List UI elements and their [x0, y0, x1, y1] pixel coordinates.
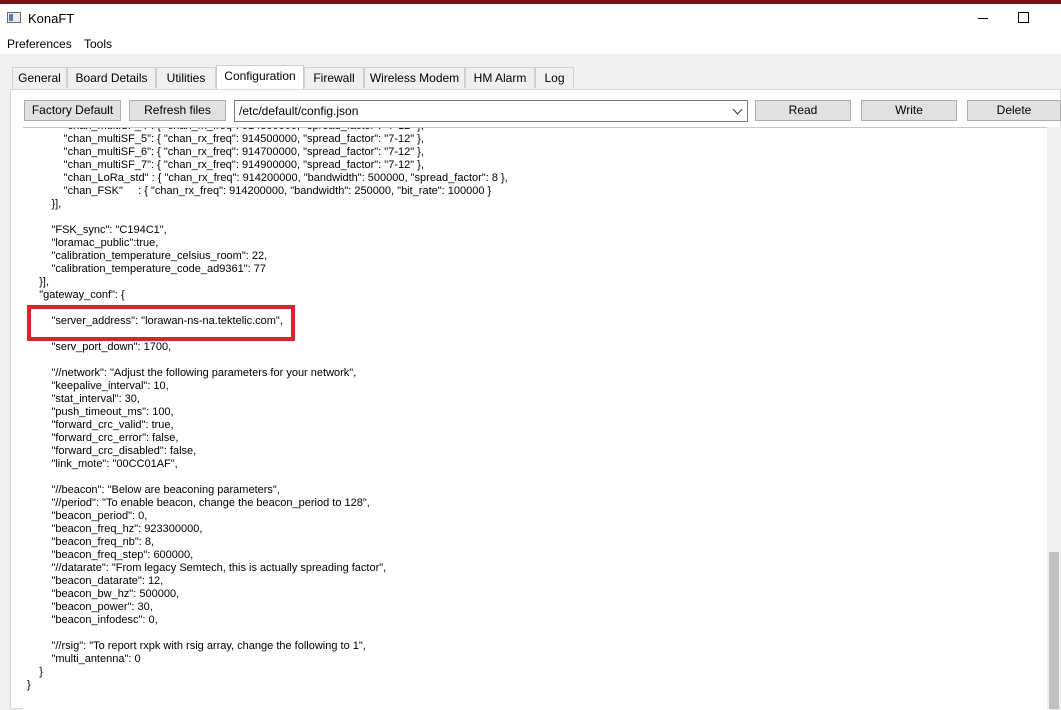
- menu-preferences[interactable]: Preferences: [7, 37, 72, 51]
- code-line: "chan_multiSF_5": { "chan_rx_freq": 9145…: [27, 133, 424, 145]
- code-line: "//rsig": "To report rxpk with rsig arra…: [27, 640, 366, 652]
- tab-wireless-modem[interactable]: Wireless Modem: [364, 67, 465, 88]
- app-icon: [7, 12, 21, 23]
- chevron-down-icon: [732, 104, 743, 115]
- code-line: "push_timeout_ms": 100,: [27, 406, 174, 418]
- code-line: }: [27, 679, 31, 691]
- code-line: "forward_crc_error": false,: [27, 432, 179, 444]
- code-line: "//beacon": "Below are beaconing paramet…: [27, 484, 280, 496]
- code-line: }],: [27, 198, 62, 210]
- code-line: "//network": "Adjust the following param…: [27, 367, 357, 379]
- code-line: "keepalive_interval": 10,: [27, 380, 169, 392]
- code-line: "beacon_bw_hz": 500000,: [27, 588, 180, 600]
- code-line: }],: [27, 276, 50, 288]
- code-line: "chan_multiSF_7": { "chan_rx_freq": 9149…: [27, 159, 424, 171]
- window-title: KonaFT: [28, 11, 75, 26]
- config-text-editor[interactable]: "chan_multiSF_4": { "chan_rx_freq": 9143…: [23, 127, 1047, 710]
- code-line: "link_mote": "00CC01AF",: [27, 458, 178, 470]
- code-line: }: [27, 666, 43, 678]
- editor-scrollbar[interactable]: [1047, 127, 1061, 709]
- code-line: "beacon_datarate": 12,: [27, 575, 164, 587]
- code-line: "beacon_freq_hz": 923300000,: [27, 523, 203, 535]
- code-line: "beacon_period": 0,: [27, 510, 148, 522]
- read-button[interactable]: Read: [755, 100, 851, 121]
- scrollbar-thumb[interactable]: [1049, 552, 1059, 709]
- delete-button[interactable]: Delete: [967, 100, 1061, 121]
- config-file-path: /etc/default/config.json: [239, 104, 359, 118]
- code-line: "//period": "To enable beacon, change th…: [27, 497, 370, 509]
- maximize-icon[interactable]: [1013, 8, 1033, 28]
- server-address-highlight-box: [27, 305, 295, 341]
- refresh-files-button[interactable]: Refresh files: [129, 100, 226, 121]
- factory-default-button[interactable]: Factory Default: [24, 100, 121, 121]
- title-bar: KonaFT: [0, 4, 1061, 32]
- tab-utilities[interactable]: Utilities: [156, 67, 216, 88]
- write-button[interactable]: Write: [861, 100, 957, 121]
- code-line: "chan_FSK" : { "chan_rx_freq": 914200000…: [27, 185, 492, 197]
- code-line: "FSK_sync": "C194C1",: [27, 224, 167, 236]
- minimize-icon[interactable]: [973, 8, 993, 28]
- config-file-select[interactable]: /etc/default/config.json: [234, 100, 748, 122]
- code-line: "forward_crc_valid": true,: [27, 419, 174, 431]
- tab-board-details[interactable]: Board Details: [67, 67, 156, 88]
- code-line: "forward_crc_disabled": false,: [27, 445, 197, 457]
- tab-log[interactable]: Log: [535, 67, 574, 88]
- code-line: "calibration_temperature_celsius_room": …: [27, 250, 268, 262]
- tab-general[interactable]: General: [12, 67, 67, 88]
- code-line: "stat_interval": 30,: [27, 393, 140, 405]
- code-line: "beacon_freq_step": 600000,: [27, 549, 194, 561]
- code-line: "chan_multiSF_6": { "chan_rx_freq": 9147…: [27, 146, 424, 158]
- tab-hm-alarm[interactable]: HM Alarm: [465, 67, 535, 88]
- code-line: "beacon_power": 30,: [27, 601, 153, 613]
- menu-bar: Preferences Tools: [0, 32, 1061, 54]
- code-line: "beacon_infodesc": 0,: [27, 614, 158, 626]
- config-json-content: "chan_multiSF_4": { "chan_rx_freq": 9143…: [27, 128, 508, 692]
- code-line: "chan_LoRa_std" : { "chan_rx_freq": 9142…: [27, 172, 508, 184]
- code-line: "gateway_conf": {: [27, 289, 125, 301]
- code-line: "beacon_freq_nb": 8,: [27, 536, 155, 548]
- code-line: "loramac_public":true,: [27, 237, 159, 249]
- code-line: "calibration_temperature_code_ad9361": 7…: [27, 263, 266, 275]
- code-line: "//datarate": "From legacy Semtech, this…: [27, 562, 387, 574]
- tab-bar: General Board Details Utilities Configur…: [0, 54, 1061, 90]
- code-line: "serv_port_down": 1700,: [27, 341, 172, 353]
- tab-firewall[interactable]: Firewall: [304, 67, 364, 88]
- menu-tools[interactable]: Tools: [84, 37, 112, 51]
- tab-configuration[interactable]: Configuration: [216, 65, 304, 89]
- code-line: "multi_antenna": 0: [27, 653, 141, 665]
